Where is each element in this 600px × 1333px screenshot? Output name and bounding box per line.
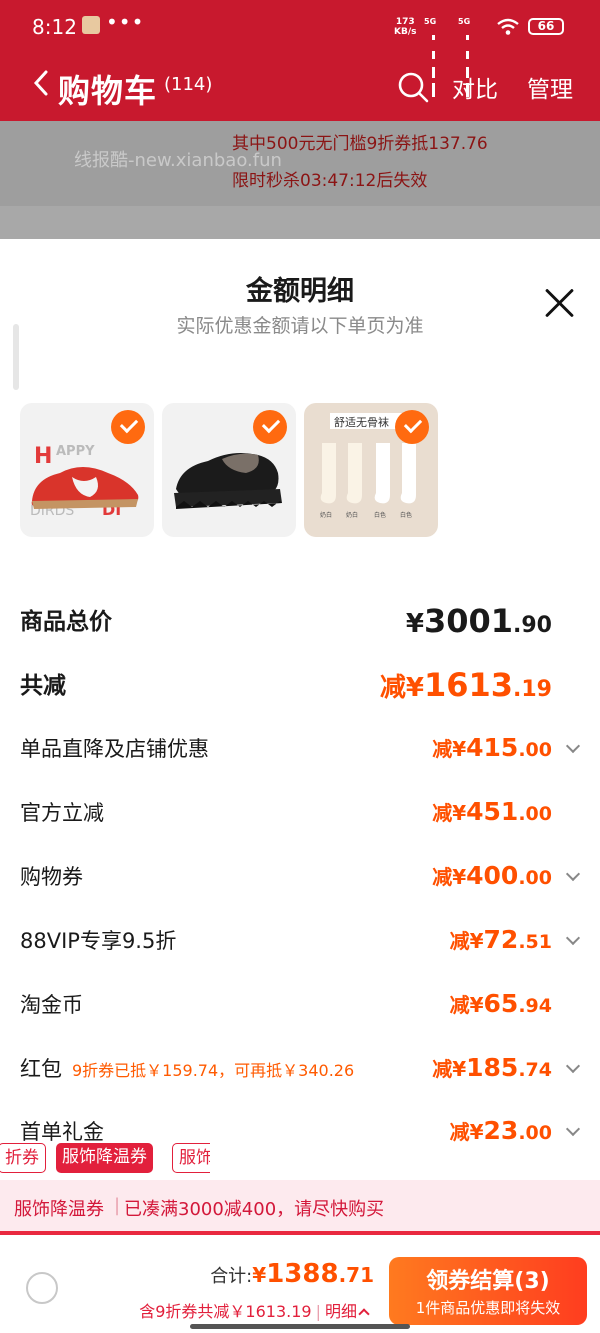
- discount-row-coins: 淘金币 减¥65.94: [20, 989, 552, 1018]
- coupon-progress-bar: 服饰降温券 | 已凑满3000减400，请尽快购买: [0, 1180, 600, 1235]
- discount-amount: 减¥451.00: [432, 797, 552, 826]
- svg-text:奶白: 奶白: [346, 511, 358, 519]
- socks-banner-text: 舒适无骨袜: [334, 415, 389, 429]
- coupon-tag[interactable]: 折券: [0, 1143, 46, 1173]
- product-thumb-red-sneaker[interactable]: H APPY DIRDS DI: [20, 403, 154, 537]
- total-price-value: ¥3001.90: [405, 602, 552, 640]
- wifi-icon: [497, 18, 519, 35]
- product-thumb-white-socks[interactable]: 舒适无骨袜 奶白 奶白 白色 白色: [304, 403, 438, 537]
- network-speed: 173 KB/s: [394, 17, 416, 37]
- network-speed-unit: KB/s: [394, 27, 417, 37]
- chevron-down-icon[interactable]: [565, 738, 581, 754]
- discount-row-official: 官方立减 减¥451.00: [20, 797, 552, 826]
- coupon-progress-text: 已凑满3000减400，请尽快购买: [124, 1199, 385, 1220]
- selected-check-icon[interactable]: [111, 410, 145, 444]
- search-icon[interactable]: [396, 70, 430, 104]
- total-summary: 合计:¥1388.71: [210, 1259, 374, 1289]
- coupon-tag[interactable]: 服饰: [172, 1143, 210, 1173]
- cart-count: (114): [164, 74, 213, 95]
- scroll-indicator: [13, 324, 19, 390]
- network-speed-value: 173: [395, 17, 415, 27]
- total-discount-label: 共减: [20, 673, 66, 699]
- discount-amount: 减¥23.00: [449, 1116, 552, 1145]
- status-bar: 8:12 ••• 173 KB/s 5G 5G 66: [0, 0, 600, 97]
- checkout-button[interactable]: 领券结算(3) 1件商品优惠即将失效: [389, 1257, 587, 1325]
- promo-flash-sale-text: 限时秒杀03:47:12后失效: [232, 171, 428, 191]
- more-notifications-icon: •••: [106, 10, 145, 34]
- manage-button[interactable]: 管理: [527, 70, 573, 104]
- discount-row-shopping-coupon[interactable]: 购物券 减¥400.00: [20, 861, 581, 901]
- discount-amount: 减¥72.51: [449, 925, 552, 954]
- app-header-bar: 8:12 ••• 173 KB/s 5G 5G 66 购物车 (114) 对比 …: [0, 0, 600, 121]
- total-price-label: 商品总价: [20, 609, 112, 635]
- chevron-up-icon: [358, 1308, 370, 1320]
- discount-amount: 减¥400.00: [432, 861, 552, 890]
- sheet-subtitle: 实际优惠金额请以下单页为准: [176, 315, 424, 337]
- svg-text:白色: 白色: [400, 511, 412, 519]
- svg-text:白色: 白色: [374, 511, 386, 519]
- discount-row-red-packet[interactable]: 红包 9折券已抵￥159.74，可再抵￥340.26 减¥185.74: [20, 1053, 581, 1093]
- dimmed-cart-content: 线报酷-new.xianbao.fun 其中500元无门槛9折券抵137.76 …: [0, 121, 600, 239]
- checkout-footer: 合计:¥1388.71 含9折券共减￥1613.19 | 明细 领券结算(3) 1件…: [0, 1239, 600, 1333]
- svg-text:APPY: APPY: [56, 444, 95, 459]
- coupon-name: 服饰降温券: [14, 1199, 104, 1220]
- discount-row-88vip[interactable]: 88VIP专享9.5折 减¥72.51: [20, 925, 581, 965]
- red-packet-note: 9折券已抵￥159.74，可再抵￥340.26: [72, 1061, 355, 1080]
- chevron-down-icon[interactable]: [565, 866, 581, 882]
- chevron-down-icon[interactable]: [565, 1121, 581, 1137]
- discount-summary[interactable]: 含9折券共减￥1613.19 | 明细: [139, 1298, 370, 1322]
- total-discount-row: 共减 减¥1613.19: [20, 666, 580, 706]
- coupon-tags: 折券 服饰降温券 服饰: [0, 1143, 210, 1175]
- compare-button[interactable]: 对比: [452, 70, 498, 104]
- back-button[interactable]: [32, 68, 50, 104]
- close-icon[interactable]: [543, 287, 575, 319]
- select-all-checkbox[interactable]: [26, 1272, 58, 1304]
- coupon-tag-active[interactable]: 服饰降温券: [56, 1143, 153, 1173]
- total-price-row: 商品总价 ¥3001.90: [20, 602, 580, 642]
- detail-toggle: 明细: [324, 1302, 357, 1321]
- chevron-down-icon[interactable]: [565, 1058, 581, 1074]
- discount-amount: 减¥185.74: [432, 1053, 552, 1082]
- chevron-down-icon[interactable]: [565, 930, 581, 946]
- discount-amount: 减¥415.00: [432, 733, 552, 762]
- selected-check-icon[interactable]: [395, 410, 429, 444]
- selected-check-icon[interactable]: [253, 410, 287, 444]
- product-thumb-black-sneaker[interactable]: [162, 403, 296, 537]
- sheet-title: 金额明细: [246, 276, 354, 307]
- status-time: 8:12: [32, 15, 77, 39]
- battery-icon: 66: [528, 18, 564, 35]
- discount-amount: 减¥65.94: [449, 989, 552, 1018]
- cart-header: 购物车 (114) 对比 管理: [0, 60, 600, 116]
- page-title: 购物车: [58, 72, 158, 110]
- home-indicator: [190, 1324, 410, 1329]
- promo-coupon-text: 其中500元无门槛9折券抵137.76: [232, 134, 488, 154]
- svg-text:H: H: [34, 444, 52, 469]
- discount-row-store[interactable]: 单品直降及店铺优惠 减¥415.00: [20, 733, 581, 773]
- svg-text:奶白: 奶白: [320, 511, 332, 519]
- chevron-left-icon: [33, 70, 48, 96]
- notification-app-icon: [82, 16, 100, 34]
- total-discount-value: 减¥1613.19: [379, 666, 552, 704]
